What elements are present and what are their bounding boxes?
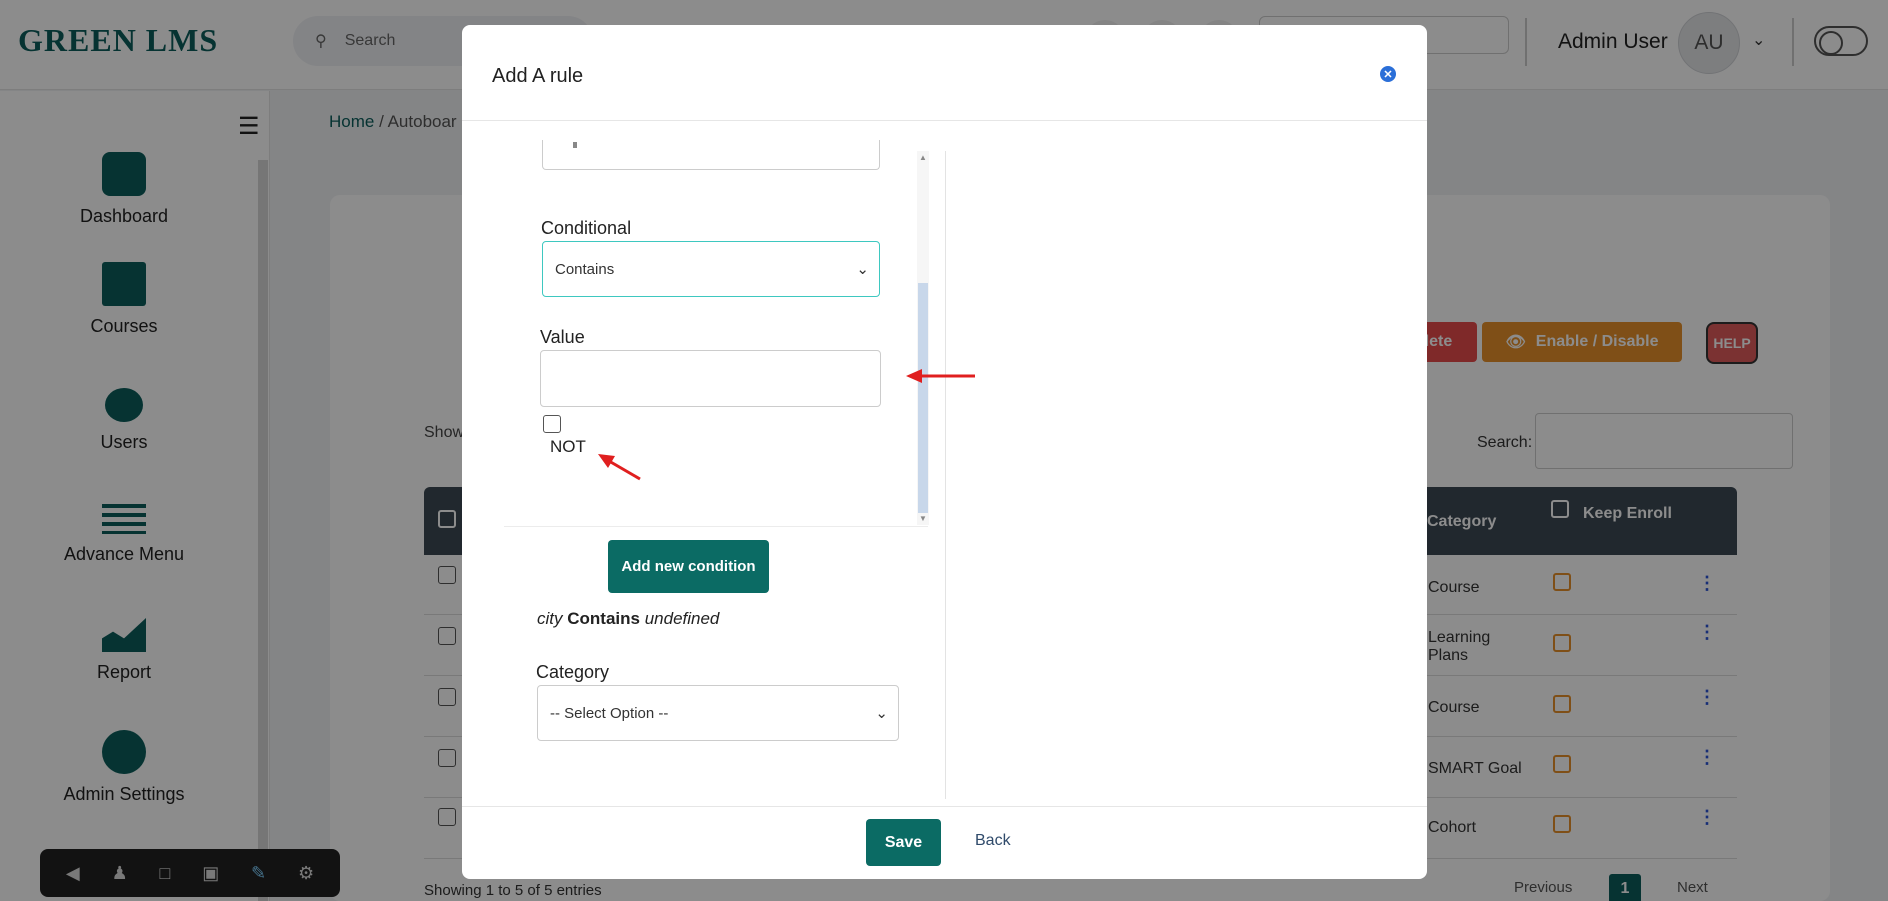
annotation-arrow <box>906 369 975 383</box>
annotation-arrow <box>598 454 641 481</box>
annotation-arrows <box>598 369 975 481</box>
